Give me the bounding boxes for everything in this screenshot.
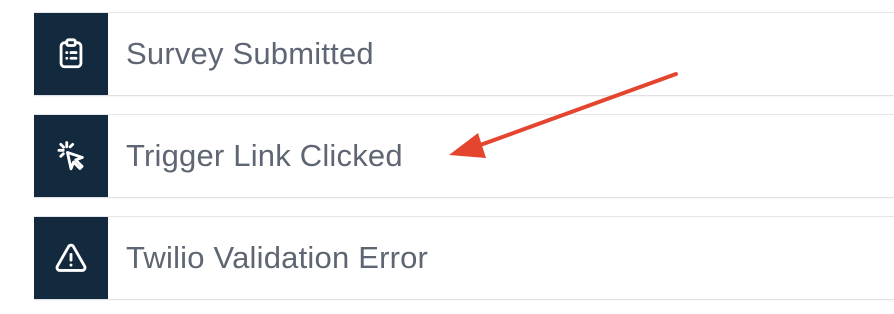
event-list: Survey Submitted Trigger Link Clicked Tw… [34,12,894,314]
cursor-click-icon [34,115,108,197]
event-label: Trigger Link Clicked [126,138,403,173]
event-label: Survey Submitted [126,36,374,71]
event-item-trigger-link-clicked[interactable]: Trigger Link Clicked [34,114,894,198]
event-item-survey-submitted[interactable]: Survey Submitted [34,12,894,96]
warning-triangle-icon [34,217,108,299]
stage: Survey Submitted Trigger Link Clicked Tw… [0,0,894,314]
event-item-twilio-validation-error[interactable]: Twilio Validation Error [34,216,894,300]
event-label: Twilio Validation Error [126,240,429,275]
clipboard-list-icon [34,13,108,95]
